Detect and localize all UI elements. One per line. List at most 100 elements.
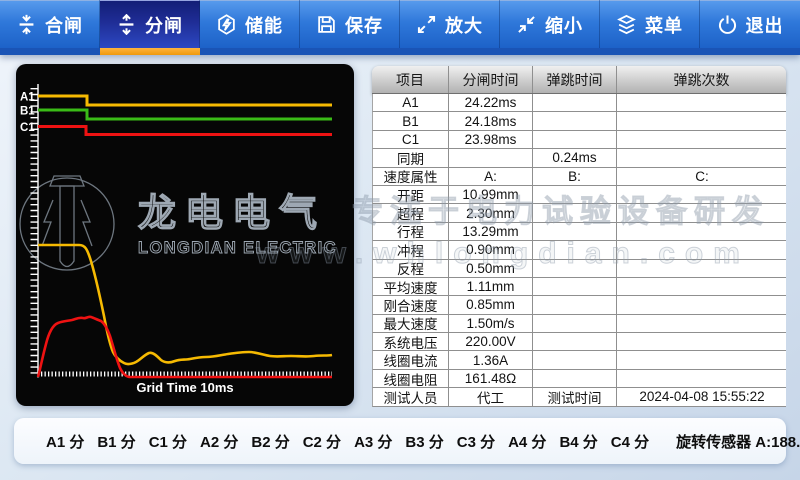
channel-b2: B2 分	[251, 431, 289, 452]
table-row: 系统电压 220.00V	[372, 333, 786, 351]
waveform-panel: 龙电电气 LONGDIAN ELECTRIC A1 B1 C1 Grid Tim…	[16, 64, 354, 406]
table-row: C1 23.98ms	[372, 131, 786, 149]
table-cell	[617, 241, 787, 258]
table-row: 最大速度 1.50m/s	[372, 315, 786, 333]
tab-zoom-out[interactable]: 缩小	[500, 0, 600, 55]
table-row: 线圈电流 1.36A	[372, 351, 786, 369]
save-icon	[316, 14, 337, 35]
table-cell	[533, 333, 617, 350]
table-cell: 代工	[449, 388, 533, 405]
table-cell: 速度属性	[373, 168, 449, 185]
table-row: B1 24.18ms	[372, 112, 786, 130]
channel-c1: C1 分	[149, 431, 187, 452]
table-cell	[533, 223, 617, 240]
tab-label: 退出	[746, 12, 784, 38]
table-cell	[533, 94, 617, 111]
table-cell	[533, 131, 617, 148]
table-cell: C:	[617, 168, 787, 185]
table-cell: 反程	[373, 260, 449, 277]
table-cell: 220.00V	[449, 333, 533, 350]
tab-strip	[500, 48, 600, 55]
tab-save[interactable]: 保存	[300, 0, 400, 55]
table-cell	[617, 149, 787, 166]
trace-label-c1: C1	[20, 122, 35, 134]
active-tab-indicator	[100, 48, 200, 55]
table-cell	[617, 333, 787, 350]
trace-label-b1: B1	[20, 106, 35, 118]
table-cell: 刚合速度	[373, 296, 449, 313]
tab-open-switch[interactable]: 分闸	[100, 0, 200, 55]
table-cell: 2024-04-08 15:55:22	[617, 388, 787, 405]
table-cell	[617, 296, 787, 313]
table-cell	[449, 149, 533, 166]
tab-zoom-in[interactable]: 放大	[400, 0, 500, 55]
table-cell: 10.99mm	[449, 186, 533, 203]
travel-curve	[38, 245, 332, 364]
table-cell: 0.85mm	[449, 296, 533, 313]
table-cell: 1.36A	[449, 351, 533, 368]
tab-close-switch[interactable]: 合闸	[0, 0, 100, 55]
zoom-out-icon	[516, 14, 537, 35]
table-cell	[533, 296, 617, 313]
table-cell	[617, 112, 787, 129]
trace-c1	[38, 127, 332, 135]
logo-text-cn: 龙电电气	[138, 193, 326, 235]
table-cell: B1	[373, 112, 449, 129]
table-cell: A:	[449, 168, 533, 185]
table-row: 速度属性 A: B: C:	[372, 168, 786, 186]
toolbar: 合闸 分闸 储能	[0, 0, 800, 55]
tab-exit[interactable]: 退出	[700, 0, 800, 55]
table-cell	[533, 351, 617, 368]
table-row: 刚合速度 0.85mm	[372, 296, 786, 314]
table-cell: 线圈电阻	[373, 370, 449, 387]
table-cell: 0.50mm	[449, 260, 533, 277]
table-row: 测试人员 代工 测试时间 2024-04-08 15:55:22	[372, 388, 786, 406]
grid-time-label: Grid Time 10ms	[136, 380, 233, 395]
tab-strip	[700, 48, 800, 55]
results-table: 项目 分闸时间 弹跳时间 弹跳次数 A1 24.22ms B1 24.18ms …	[372, 66, 786, 407]
table-row: 线圈电阻 161.48Ω	[372, 370, 786, 388]
table-cell: 24.18ms	[449, 112, 533, 129]
col-header: 分闸时间	[448, 66, 532, 93]
tab-label: 缩小	[545, 12, 583, 38]
menu-icon	[616, 14, 637, 35]
col-header: 弹跳次数	[616, 66, 786, 93]
trace-b1	[38, 110, 332, 119]
channel-b3: B3 分	[405, 431, 443, 452]
table-row: 反程 0.50mm	[372, 260, 786, 278]
channel-a1: A1 分	[46, 431, 84, 452]
table-cell: 0.90mm	[449, 241, 533, 258]
table-cell: 1.11mm	[449, 278, 533, 295]
tab-menu[interactable]: 菜单	[600, 0, 700, 55]
table-row: 开距 10.99mm	[372, 186, 786, 204]
tab-energy-storage[interactable]: 储能	[200, 0, 300, 55]
table-cell: 161.48Ω	[449, 370, 533, 387]
table-cell: 13.29mm	[449, 223, 533, 240]
col-header: 项目	[372, 66, 448, 93]
tab-strip	[0, 48, 100, 55]
table-cell: A1	[373, 94, 449, 111]
table-row: 超程 2.30mm	[372, 204, 786, 222]
table-cell	[617, 223, 787, 240]
tab-strip	[400, 48, 500, 55]
channel-a4: A4 分	[508, 431, 546, 452]
table-cell	[617, 260, 787, 277]
table-cell	[617, 204, 787, 221]
table-cell	[533, 260, 617, 277]
table-cell	[617, 131, 787, 148]
col-header: 弹跳时间	[532, 66, 616, 93]
channel-status-bar: A1 分 B1 分 C1 分 A2 分 B2 分 C2 分 A3 分 B3 分 …	[14, 418, 786, 464]
table-cell: 23.98ms	[449, 131, 533, 148]
tab-strip	[200, 48, 300, 55]
table-cell	[617, 315, 787, 332]
longdian-logo-icon	[20, 176, 114, 270]
table-cell	[533, 370, 617, 387]
table-cell	[617, 186, 787, 203]
channel-c4: C4 分	[611, 431, 649, 452]
channel-b4: B4 分	[559, 431, 597, 452]
trace-a1	[38, 96, 332, 105]
table-cell	[533, 278, 617, 295]
table-cell	[533, 112, 617, 129]
tab-label: 放大	[445, 12, 483, 38]
tab-label: 分闸	[145, 12, 183, 38]
